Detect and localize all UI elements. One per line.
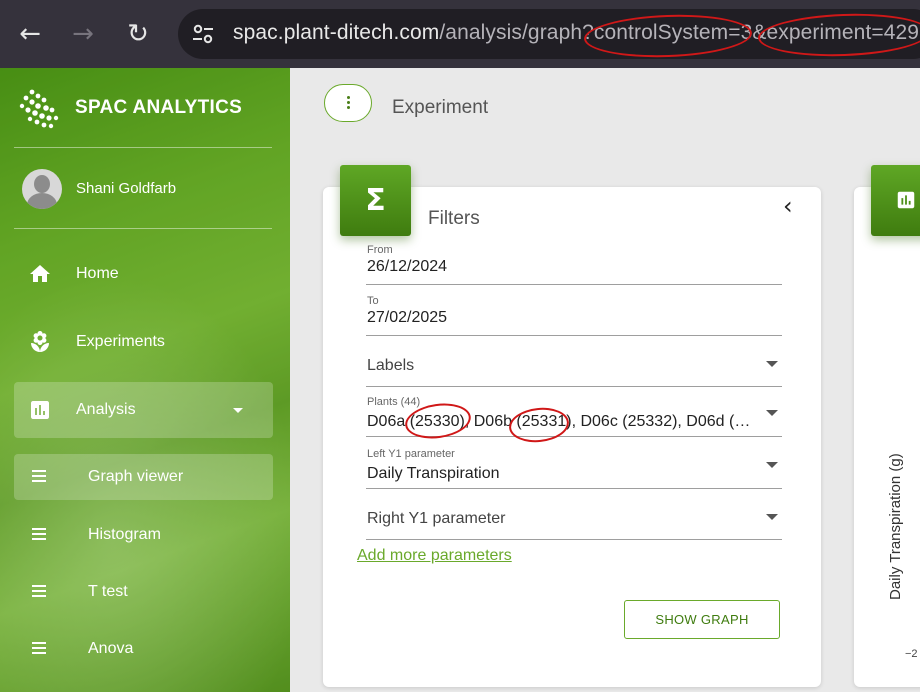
y-axis-label: Daily Transpiration (g) xyxy=(887,453,904,600)
list-icon xyxy=(32,642,46,654)
add-more-parameters-link[interactable]: Add more parameters xyxy=(357,547,512,565)
from-value: 26/12/2024 xyxy=(367,258,448,275)
dropdown-arrow-icon xyxy=(766,514,778,520)
to-date-field[interactable]: To 27/02/2025 xyxy=(366,291,782,336)
sidebar-item-experiments[interactable]: Experiments xyxy=(14,314,273,370)
chevron-down-icon xyxy=(233,408,243,413)
labels-placeholder: Labels xyxy=(367,357,415,374)
chart-card-icon xyxy=(871,165,920,236)
labels-select[interactable]: Labels xyxy=(366,342,782,387)
sidebar-subitem-label: T test xyxy=(88,583,128,600)
page-title: Experiment xyxy=(392,97,489,118)
left-y1-value: Daily Transpiration xyxy=(367,465,500,482)
graph-card xyxy=(854,187,920,687)
brand-name: SPAC ANALYTICS xyxy=(75,97,243,118)
reload-icon[interactable]: ↻ xyxy=(122,18,154,50)
sidebar-subitem-t-test[interactable]: T test xyxy=(14,569,273,615)
bar-chart-icon xyxy=(897,191,915,209)
from-date-field[interactable]: From 26/12/2024 xyxy=(366,240,782,285)
plants-label: Plants (44) xyxy=(367,396,421,408)
logo-icon xyxy=(19,89,59,129)
divider xyxy=(14,228,272,229)
bar-chart-icon xyxy=(31,401,49,419)
dropdown-arrow-icon xyxy=(766,410,778,416)
right-y1-placeholder: Right Y1 parameter xyxy=(367,510,506,527)
back-icon[interactable]: ← xyxy=(14,18,46,50)
chevron-left-icon[interactable]: ‹ xyxy=(783,194,793,218)
filters-title: Filters xyxy=(428,208,480,229)
user-name[interactable]: Shani Goldfarb xyxy=(76,180,176,197)
avatar[interactable] xyxy=(22,169,62,209)
to-value: 27/02/2025 xyxy=(367,309,448,326)
dropdown-arrow-icon xyxy=(766,361,778,367)
left-y1-label: Left Y1 parameter xyxy=(367,448,455,460)
site-info-icon[interactable] xyxy=(190,21,216,47)
left-y1-select[interactable]: Left Y1 parameter Daily Transpiration xyxy=(366,444,782,489)
sidebar-item-home[interactable]: Home xyxy=(14,246,273,302)
sigma-icon: Σ xyxy=(340,165,411,236)
sidebar-subitem-label: Anova xyxy=(88,640,134,657)
flower-icon xyxy=(31,331,49,352)
to-label: To xyxy=(367,295,379,307)
sidebar-item-label: Analysis xyxy=(76,401,136,418)
more-vert-icon xyxy=(347,96,350,99)
list-icon xyxy=(32,470,46,482)
forward-icon[interactable]: → xyxy=(67,18,99,50)
sidebar-subitem-label: Histogram xyxy=(88,526,161,543)
sidebar-subitem-graph-viewer[interactable]: Graph viewer xyxy=(14,454,273,500)
home-icon xyxy=(30,265,50,282)
from-label: From xyxy=(367,244,393,256)
sidebar-subitem-histogram[interactable]: Histogram xyxy=(14,512,273,558)
dropdown-arrow-icon xyxy=(766,462,778,468)
more-menu-button[interactable] xyxy=(324,84,372,122)
divider xyxy=(14,147,272,148)
sidebar-item-label: Experiments xyxy=(76,333,165,350)
sidebar-item-analysis[interactable]: Analysis xyxy=(14,382,273,438)
right-y1-select[interactable]: Right Y1 parameter xyxy=(366,494,782,540)
sidebar-subitem-anova[interactable]: Anova xyxy=(14,626,273,672)
sidebar-item-label: Home xyxy=(76,265,119,282)
list-icon xyxy=(32,528,46,540)
list-icon xyxy=(32,585,46,597)
y-tick-label: −2 xyxy=(905,648,918,660)
sidebar: SPAC ANALYTICS Shani Goldfarb Home Exper… xyxy=(0,68,290,692)
show-graph-button[interactable]: SHOW GRAPH xyxy=(624,600,780,639)
sidebar-subitem-label: Graph viewer xyxy=(88,468,184,485)
